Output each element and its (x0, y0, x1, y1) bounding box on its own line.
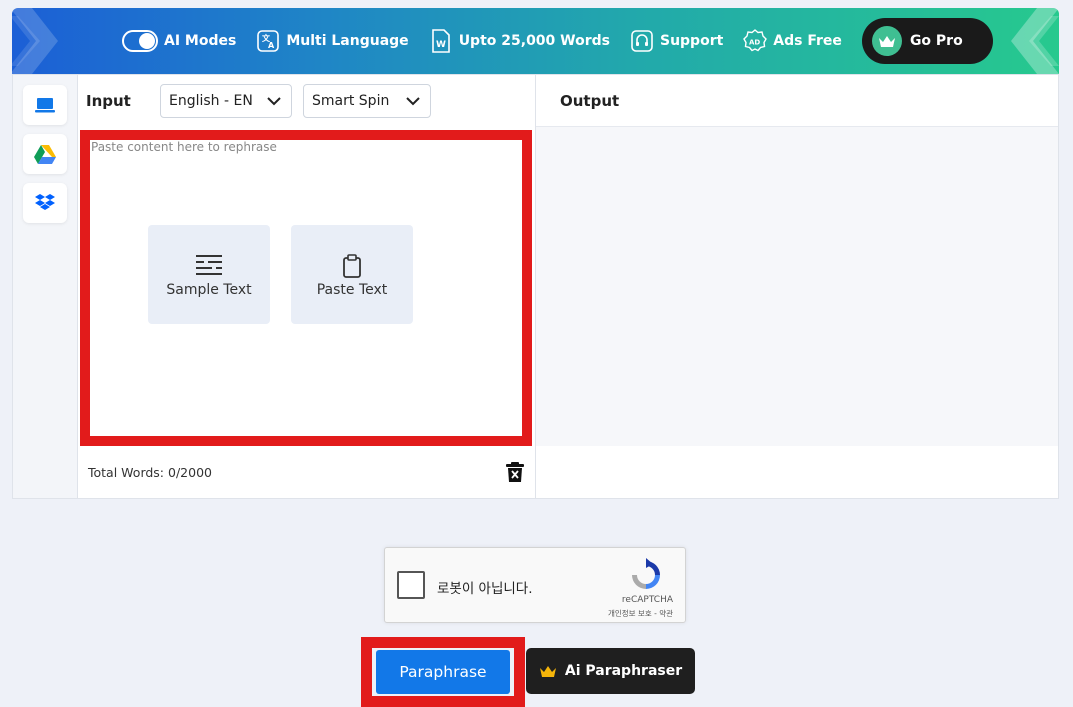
input-editor[interactable]: Paste content here to rephrase Sample Te… (80, 130, 532, 446)
recaptcha-label: 로봇이 아닙니다. (437, 581, 533, 597)
recaptcha-widget: 로봇이 아닙니다. reCAPTCHA 개인정보 보호 - 약관 (384, 547, 686, 623)
svg-text:W: W (436, 40, 446, 50)
sample-text-button[interactable]: Sample Text (148, 225, 270, 324)
language-value: English - EN (169, 93, 253, 109)
text-lines-icon (194, 252, 224, 280)
ai-paraphraser-button[interactable]: Ai Paraphraser (526, 648, 695, 694)
paraphraser-panel: Input English - EN Smart Spin Paste cont… (12, 74, 1059, 499)
sample-text-label: Sample Text (166, 281, 252, 298)
svg-text:A: A (268, 41, 275, 50)
paraphrase-highlight-frame: Paraphrase (361, 637, 525, 707)
headset-icon (630, 29, 654, 53)
paraphrase-button[interactable]: Paraphrase (376, 650, 510, 694)
translate-icon: 文 A (256, 29, 280, 53)
upload-from-computer-button[interactable] (23, 85, 67, 125)
google-drive-icon (34, 145, 56, 164)
recaptcha-brand: reCAPTCHA (621, 595, 673, 605)
paste-text-button[interactable]: Paste Text (291, 225, 413, 324)
top-banner: AI Modes 文 A Multi Language W Upto 25,00… (12, 8, 1059, 74)
word-document-icon: W (429, 29, 453, 53)
word-limit-label: Upto 25,000 Words (458, 33, 610, 49)
support-item[interactable]: Support (630, 29, 723, 53)
multi-language-item[interactable]: 文 A Multi Language (256, 29, 409, 53)
ads-free-item[interactable]: AD Ads Free (743, 29, 842, 53)
chevron-down-icon (267, 96, 281, 105)
ad-badge-icon: AD (743, 29, 768, 53)
ads-free-label: Ads Free (773, 33, 842, 49)
crown-icon (871, 26, 902, 56)
upload-from-google-drive-button[interactable] (23, 134, 67, 174)
recaptcha-checkbox[interactable] (397, 571, 425, 599)
clipboard-icon (342, 252, 362, 280)
multi-language-label: Multi Language (286, 33, 409, 49)
recaptcha-links[interactable]: 개인정보 보호 - 약관 (608, 608, 673, 619)
trash-icon[interactable] (505, 461, 525, 483)
output-title: Output (560, 91, 620, 110)
word-count: Total Words: 0/2000 (88, 464, 212, 480)
chevron-left-decoration (12, 8, 58, 74)
output-area (536, 127, 1058, 446)
mode-value: Smart Spin (312, 93, 390, 109)
laptop-icon (35, 98, 55, 113)
output-header: Output (536, 75, 1058, 127)
word-limit-item[interactable]: W Upto 25,000 Words (429, 29, 610, 53)
support-label: Support (659, 33, 724, 49)
ai-paraphraser-label: Ai Paraphraser (564, 663, 683, 679)
ai-modes-label: AI Modes (164, 33, 237, 49)
svg-text:AD: AD (749, 39, 760, 47)
paraphrase-label: Paraphrase (399, 663, 487, 681)
banner-features: AI Modes 文 A Multi Language W Upto 25,00… (122, 18, 993, 64)
crown-icon (539, 664, 557, 678)
input-column: Input English - EN Smart Spin Paste cont… (78, 75, 536, 498)
go-pro-button[interactable]: Go Pro (861, 18, 993, 64)
language-select[interactable]: English - EN (160, 84, 292, 118)
toggle-icon[interactable] (122, 30, 158, 52)
chevron-right-decoration (1011, 8, 1059, 74)
chevron-down-icon (406, 96, 420, 105)
mode-select[interactable]: Smart Spin (303, 84, 431, 118)
go-pro-label: Go Pro (909, 33, 963, 49)
input-footer: Total Words: 0/2000 (78, 446, 535, 498)
input-placeholder: Paste content here to rephrase (91, 140, 277, 154)
ai-modes-item[interactable]: AI Modes (122, 30, 236, 52)
output-column: Output (536, 75, 1058, 498)
paste-text-label: Paste Text (316, 281, 388, 298)
dropbox-icon (35, 194, 55, 210)
input-title: Input (86, 92, 131, 110)
upload-sidebar (13, 75, 78, 498)
recaptcha-logo-icon (632, 558, 660, 589)
upload-from-dropbox-button[interactable] (23, 183, 67, 223)
